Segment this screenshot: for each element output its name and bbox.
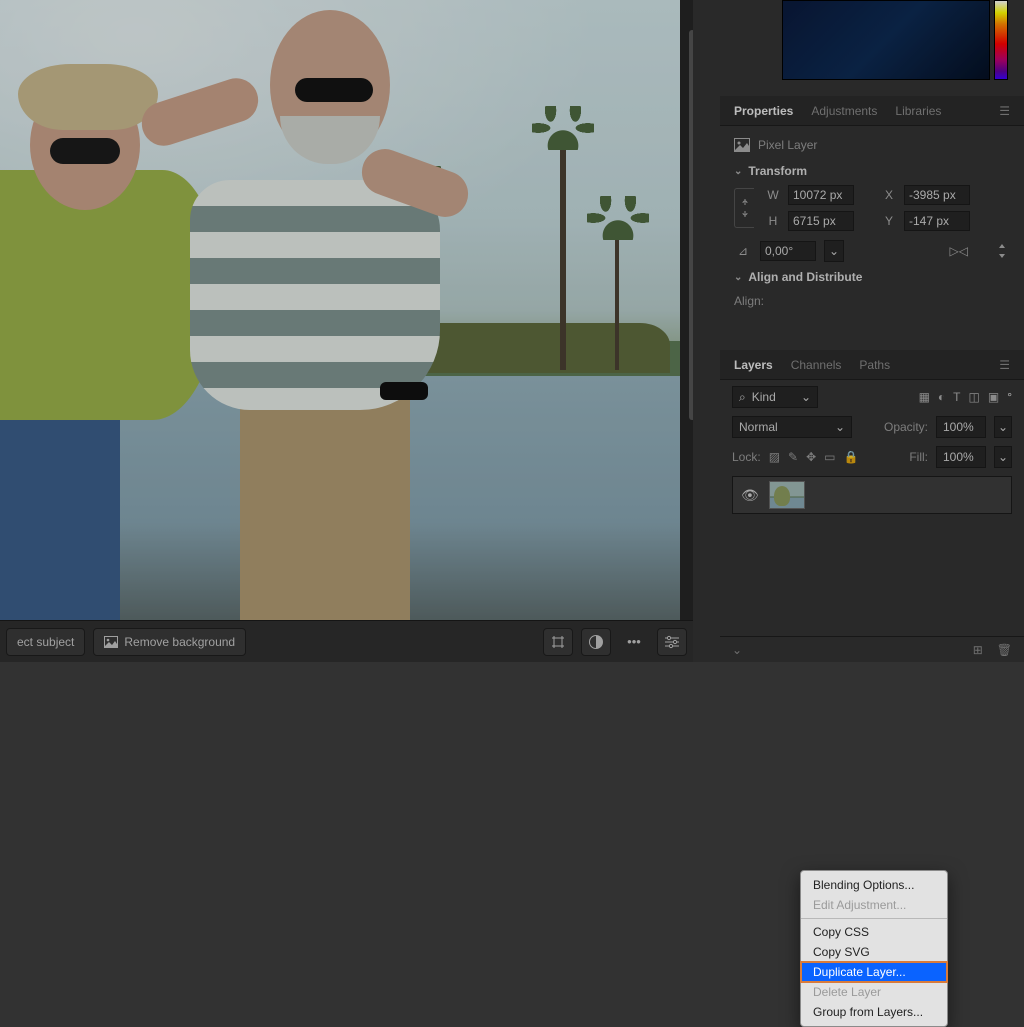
visibility-eye-icon[interactable]: 👁 [741, 487, 759, 504]
angle-icon: ⊿ [734, 244, 752, 258]
tab-adjustments[interactable]: Adjustments [811, 104, 877, 118]
ctx-edit-adjustment: Edit Adjustment... [801, 895, 947, 915]
lock-artboard-icon[interactable]: ▭ [824, 450, 835, 464]
lock-transparency-icon[interactable]: ▨ [769, 450, 780, 464]
transform-header[interactable]: ⌄Transform [734, 164, 1010, 178]
select-subject-label: ect subject [17, 635, 74, 649]
tab-properties[interactable]: Properties [734, 104, 793, 118]
hue-slider[interactable] [994, 0, 1008, 80]
filter-shape-icon[interactable]: ◫ [969, 390, 980, 404]
chevron-down-icon: ⌄ [734, 272, 742, 283]
pixel-layer-label: Pixel Layer [758, 138, 817, 152]
filter-kind-select[interactable]: ⌕ Kind ⌄ [732, 386, 818, 408]
canvas-area[interactable] [0, 0, 693, 620]
chevron-down-icon[interactable]: ⌄ [732, 643, 742, 657]
ctx-copy-css[interactable]: Copy CSS [801, 922, 947, 942]
panel-menu-icon[interactable]: ☰ [999, 358, 1010, 372]
ctx-duplicate-layer[interactable]: Duplicate Layer... [801, 962, 947, 982]
more-options-button[interactable]: ••• [619, 628, 649, 656]
lock-label: Lock: [732, 450, 761, 464]
filter-smart-icon[interactable]: ▣ [988, 390, 999, 404]
width-input[interactable] [788, 185, 854, 205]
opacity-input[interactable]: 100% [936, 416, 986, 438]
layer-context-menu: Blending Options... Edit Adjustment... C… [800, 870, 948, 1027]
height-label: H [766, 214, 780, 228]
color-picker-field[interactable] [782, 0, 990, 80]
x-label: X [882, 188, 896, 202]
layers-panel-body: ⌕ Kind ⌄ ▦ ◐ T ◫ ▣ ° Normal ⌄ [720, 380, 1024, 514]
tab-channels[interactable]: Channels [791, 358, 842, 372]
layer-thumbnail[interactable] [769, 481, 805, 509]
chevron-down-icon: ⌄ [734, 166, 742, 177]
y-input[interactable] [904, 211, 970, 231]
filter-adjust-icon[interactable]: ◐ [938, 390, 945, 404]
adjustment-circle-icon[interactable] [581, 628, 611, 656]
properties-panel-tabs: Properties Adjustments Libraries ☰ [720, 96, 1024, 126]
chevron-down-icon: ⌄ [801, 390, 811, 404]
width-label: W [766, 188, 780, 202]
ctx-group-from-layers[interactable]: Group from Layers... [801, 1002, 947, 1022]
align-label: Align: [734, 294, 764, 308]
ctx-copy-svg[interactable]: Copy SVG [801, 942, 947, 962]
blend-mode-select[interactable]: Normal ⌄ [732, 416, 852, 438]
flip-horizontal-icon[interactable]: ▷◁ [950, 244, 968, 258]
opacity-label: Opacity: [884, 420, 928, 434]
select-subject-button[interactable]: ect subject [6, 628, 85, 656]
filter-pixel-icon[interactable]: ▦ [919, 390, 930, 404]
chevron-down-icon: ⌄ [835, 420, 845, 434]
canvas-scrollbar[interactable] [688, 0, 693, 620]
fill-label: Fill: [909, 450, 928, 464]
transform-icon[interactable] [543, 628, 573, 656]
pixel-layer-icon [734, 138, 750, 152]
remove-background-label: Remove background [124, 635, 235, 649]
image-icon [104, 636, 118, 648]
filter-type-icon[interactable]: T [953, 390, 960, 404]
contextual-task-bar: ect subject Remove background ••• [0, 620, 693, 662]
opacity-stepper[interactable]: ⌄ [994, 416, 1012, 438]
rotation-stepper[interactable]: ⌄ [824, 240, 844, 262]
ctx-delete-layer: Delete Layer [801, 982, 947, 1002]
rotation-input[interactable] [760, 241, 816, 261]
delete-layer-icon[interactable]: 🗑 [997, 643, 1012, 657]
properties-panel-body: Pixel Layer ⌄Transform W X H [720, 126, 1024, 320]
layer-row[interactable]: 👁 [732, 476, 1012, 514]
filter-toggle-icon[interactable]: ° [1007, 390, 1012, 404]
layers-panel-tabs: Layers Channels Paths ☰ [720, 350, 1024, 380]
remove-background-button[interactable]: Remove background [93, 628, 246, 656]
sliders-icon[interactable] [657, 628, 687, 656]
tab-layers[interactable]: Layers [734, 358, 773, 372]
tab-libraries[interactable]: Libraries [895, 104, 941, 118]
lock-brush-icon[interactable]: ✎ [788, 450, 798, 464]
fill-stepper[interactable]: ⌄ [994, 446, 1012, 468]
y-label: Y [882, 214, 896, 228]
layers-panel-footer: ⌄ ⊞ 🗑 [720, 636, 1024, 662]
right-panel: Properties Adjustments Libraries ☰ Pixel… [720, 0, 1024, 662]
tab-paths[interactable]: Paths [859, 358, 890, 372]
height-input[interactable] [788, 211, 854, 231]
fill-input[interactable]: 100% [936, 446, 986, 468]
ctx-blending-options[interactable]: Blending Options... [801, 875, 947, 895]
x-input[interactable] [904, 185, 970, 205]
search-icon: ⌕ [739, 390, 746, 405]
lock-all-icon[interactable]: 🔒 [844, 450, 859, 464]
lock-position-icon[interactable]: ✥ [806, 450, 816, 464]
flip-vertical-icon[interactable] [994, 244, 1010, 258]
new-layer-icon[interactable]: ⊞ [973, 643, 983, 657]
panel-menu-icon[interactable]: ☰ [999, 104, 1010, 118]
link-dimensions-button[interactable] [734, 188, 754, 228]
align-header[interactable]: ⌄Align and Distribute [734, 270, 1010, 284]
document-image [0, 0, 680, 620]
